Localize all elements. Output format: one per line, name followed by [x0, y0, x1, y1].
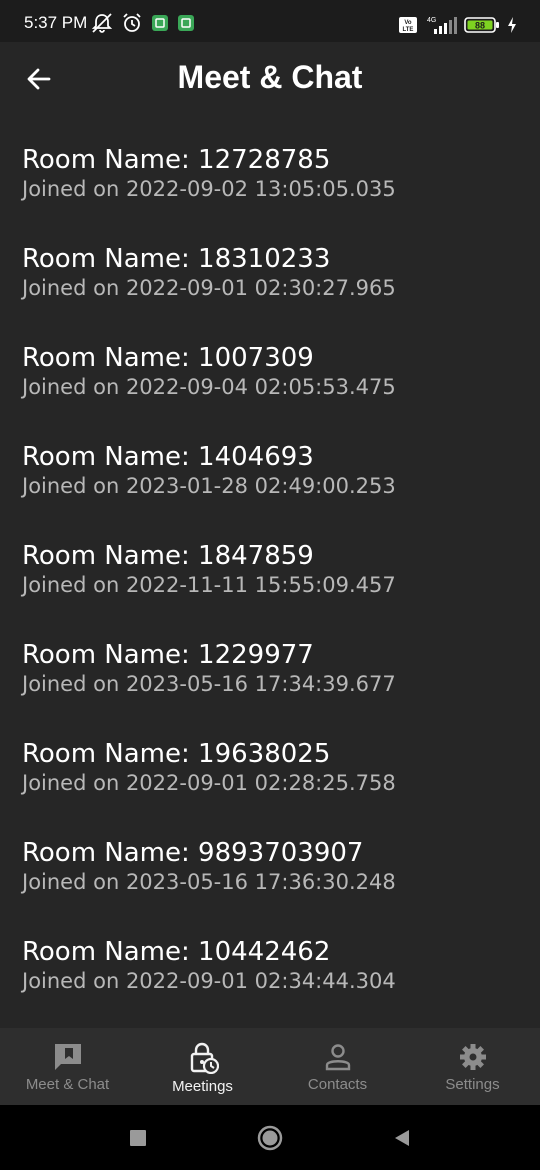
gear-icon — [459, 1044, 486, 1070]
recents-square-icon — [130, 1129, 146, 1146]
status-bar: 5:37 PM Vo LTE 4G 88 — [0, 0, 540, 42]
nav-label: Settings — [445, 1076, 500, 1093]
system-navigation-bar — [0, 1105, 540, 1170]
room-joined-date: Joined on 2022-09-01 02:28:25.758 — [22, 771, 396, 795]
room-list-item[interactable]: Room Name: 1007309 Joined on 2022-09-04 … — [0, 343, 540, 442]
svg-text:4G: 4G — [427, 17, 436, 24]
room-joined-date: Joined on 2022-09-02 13:05:05.035 — [22, 177, 396, 201]
room-name: Room Name: 10442462 — [22, 937, 331, 967]
room-joined-date: Joined on 2023-05-16 17:34:39.677 — [22, 672, 396, 696]
room-name: Room Name: 1404693 — [22, 442, 314, 472]
room-name: Room Name: 1229977 — [22, 640, 314, 670]
room-name: Room Name: 12728785 — [22, 145, 331, 175]
bottom-navigation: Meet & Chat Meetings Contacts Settings — [0, 1028, 540, 1105]
home-button[interactable] — [230, 1118, 310, 1158]
notification-app-icon — [152, 15, 168, 31]
back-system-button[interactable] — [362, 1118, 442, 1158]
room-name: Room Name: 1007309 — [22, 343, 314, 373]
page-title: Meet & Chat — [177, 59, 363, 95]
nav-label: Meetings — [172, 1078, 233, 1095]
nav-item-contacts[interactable]: Contacts — [270, 1028, 405, 1105]
room-list-item[interactable]: Room Name: 9893703907 Joined on 2023-05-… — [0, 838, 540, 937]
room-joined-date: Joined on 2022-09-04 02:05:53.475 — [22, 375, 396, 399]
charging-icon — [508, 17, 516, 33]
notification-app-icon — [178, 15, 194, 31]
nav-item-settings[interactable]: Settings — [405, 1028, 540, 1105]
battery-icon: 88 — [464, 17, 499, 33]
room-list-item[interactable]: Room Name: 19638025 Joined on 2022-09-01… — [0, 739, 540, 838]
room-joined-date: Joined on 2022-09-01 02:30:27.965 — [22, 276, 396, 300]
room-list-item[interactable]: Room Name: 18310233 Joined on 2022-09-01… — [0, 244, 540, 343]
alarm-clock-icon — [123, 13, 141, 32]
svg-text:Vo: Vo — [404, 20, 412, 26]
room-list-item[interactable]: Room Name: 10442462 Joined on 2022-09-01… — [0, 937, 540, 1036]
recents-button[interactable] — [98, 1118, 178, 1158]
svg-text:88: 88 — [475, 21, 485, 31]
room-list-item[interactable]: Room Name: 1404693 Joined on 2023-01-28 … — [0, 442, 540, 541]
volte-icon: Vo LTE — [399, 17, 417, 33]
room-name: Room Name: 1847859 — [22, 541, 314, 571]
room-joined-date: Joined on 2023-01-28 02:49:00.253 — [22, 474, 396, 498]
back-triangle-icon — [395, 1129, 409, 1146]
home-circle-icon — [257, 1125, 283, 1150]
chat-bookmark-icon — [54, 1044, 81, 1070]
room-list: Room Name: 12728785 Joined on 2022-09-02… — [0, 145, 540, 1036]
nav-item-meet-chat[interactable]: Meet & Chat — [0, 1028, 135, 1105]
room-name: Room Name: 9893703907 — [22, 838, 364, 868]
room-list-item[interactable]: Room Name: 1847859 Joined on 2022-11-11 … — [0, 541, 540, 640]
nav-label: Contacts — [307, 1076, 368, 1093]
room-name: Room Name: 19638025 — [22, 739, 331, 769]
status-time: 5:37 PM — [24, 13, 88, 32]
person-icon — [325, 1044, 350, 1071]
lock-clock-icon — [190, 1042, 219, 1074]
room-joined-date: Joined on 2023-05-16 17:36:30.248 — [22, 870, 396, 894]
nav-item-meetings[interactable]: Meetings — [135, 1028, 270, 1105]
room-joined-date: Joined on 2022-11-11 15:55:09.457 — [22, 573, 396, 597]
room-list-item[interactable]: Room Name: 12728785 Joined on 2022-09-02… — [0, 145, 540, 244]
nav-label: Meet & Chat — [25, 1076, 110, 1093]
room-name: Room Name: 18310233 — [22, 244, 331, 274]
svg-text:LTE: LTE — [403, 27, 414, 33]
app-bar: Meet & Chat — [0, 42, 540, 118]
room-joined-date: Joined on 2022-09-01 02:34:44.304 — [22, 969, 396, 993]
alarm-off-icon — [91, 13, 113, 33]
signal-icon: 4G — [427, 17, 457, 34]
room-list-item[interactable]: Room Name: 1229977 Joined on 2023-05-16 … — [0, 640, 540, 739]
